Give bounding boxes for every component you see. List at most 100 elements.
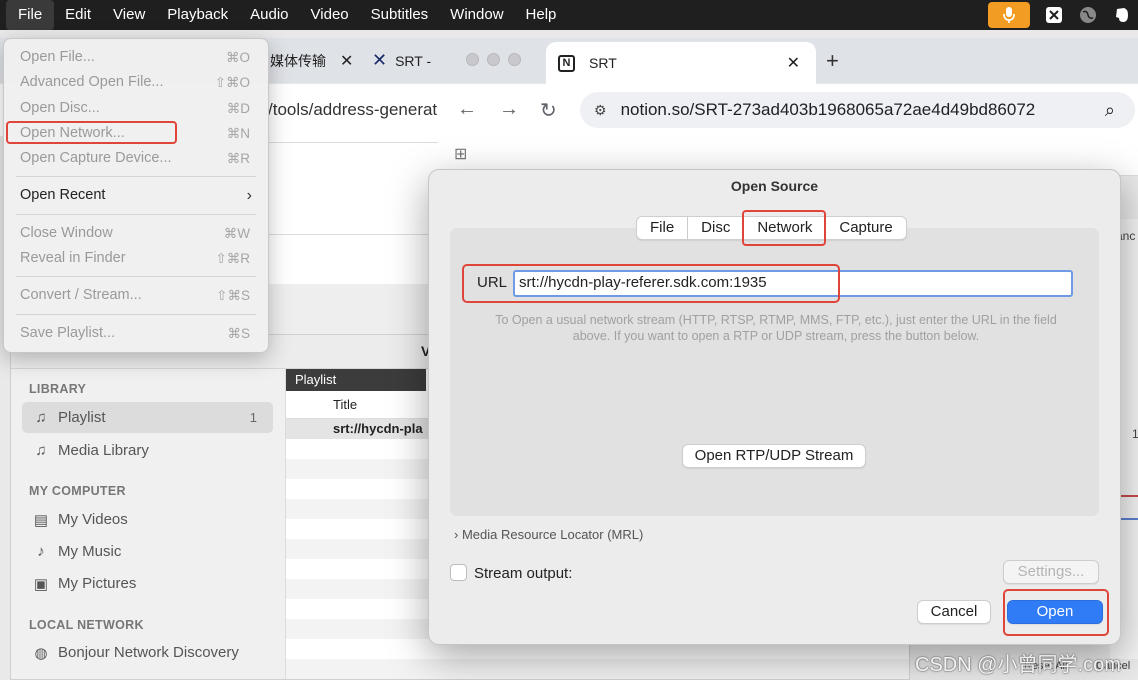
- sidebar-item-my-music[interactable]: ♪ My Music: [22, 536, 273, 567]
- browser-tab-2-label: SRT -: [395, 52, 432, 69]
- address-url: notion.so/SRT-273ad403b1968065a72ae4d49b…: [620, 100, 1036, 119]
- sidebar-item-media-library[interactable]: ♫ Media Library: [22, 435, 273, 466]
- chevron-right-icon: ›: [454, 527, 459, 542]
- menu-item-open-recent[interactable]: Open Recent ›: [4, 183, 268, 208]
- zoom-window-dot[interactable]: [508, 53, 521, 66]
- url-highlight: [462, 264, 840, 303]
- forward-icon[interactable]: →: [499, 98, 519, 121]
- menu-view[interactable]: View: [102, 0, 156, 30]
- tools-icon: ✕: [372, 50, 388, 70]
- vlc-sidebar: LIBRARY ♫ Playlist 1 ♫ Media Library MY …: [11, 369, 286, 679]
- media-library-icon: ♫: [35, 442, 47, 459]
- mrl-label: Media Resource Locator (MRL): [461, 527, 644, 542]
- menu-item-reveal-in-finder[interactable]: Reveal in Finder ⇧⌘R: [4, 246, 268, 271]
- menu-item-close-window[interactable]: Close Window ⌘W: [4, 221, 268, 246]
- playlist-count: 1: [249, 410, 257, 425]
- my-computer-header: MY COMPUTER: [29, 484, 126, 498]
- sidebar-bonjour-label: Bonjour Network Discovery: [58, 644, 239, 661]
- film-icon: ▤: [33, 511, 49, 529]
- sidebar-item-my-videos[interactable]: ▤ My Videos: [22, 504, 273, 535]
- menu-item-open-disc[interactable]: Open Disc... ⌘D: [4, 96, 268, 121]
- close-window-dot[interactable]: [466, 53, 479, 66]
- csdn-watermark: CSDN @小曾同学.com: [915, 654, 1121, 676]
- menu-item-label: Convert / Stream...: [20, 287, 142, 304]
- shortcut-label: ⌘N: [226, 125, 250, 141]
- menu-playback[interactable]: Playback: [156, 0, 239, 30]
- sidebar-item-bonjour[interactable]: ◍ Bonjour Network Discovery: [22, 637, 273, 668]
- menu-item-label: Reveal in Finder: [20, 250, 126, 267]
- shortcut-label: ⌘D: [226, 100, 250, 116]
- menu-edit[interactable]: Edit: [54, 0, 102, 30]
- open-network-highlight: [6, 121, 177, 144]
- tab-file[interactable]: File: [637, 217, 687, 239]
- close-tab-icon[interactable]: ✕: [787, 53, 800, 73]
- sidebar-item-playlist[interactable]: ♫ Playlist 1: [22, 402, 273, 433]
- sidebar-my-videos-label: My Videos: [58, 511, 128, 528]
- menu-item-label: Open File...: [20, 49, 95, 65]
- apps-grid-icon[interactable]: ⊞: [454, 144, 467, 164]
- menu-subtitles[interactable]: Subtitles: [360, 0, 440, 30]
- menu-item-convert-stream[interactable]: Convert / Stream... ⇧⌘S: [4, 283, 268, 308]
- menu-separator: [16, 313, 256, 315]
- web-page-url-text: /tools/address-generat: [268, 100, 438, 119]
- local-network-header: LOCAL NETWORK: [29, 618, 144, 632]
- background-web-page: /tools/address-generat: [260, 84, 438, 334]
- sidebar-my-pictures-label: My Pictures: [58, 575, 137, 592]
- menu-item-save-playlist[interactable]: Save Playlist... ⌘S: [4, 321, 268, 346]
- browser-tab-1[interactable]: 媒体传输 ✕: [270, 38, 353, 83]
- bonjour-icon: ◍: [34, 644, 48, 662]
- chevron-right-icon: ›: [246, 187, 252, 205]
- reload-icon[interactable]: ↻: [540, 98, 557, 123]
- microphone-icon[interactable]: [988, 2, 1030, 28]
- sidebar-item-my-pictures[interactable]: ▣ My Pictures: [22, 568, 273, 599]
- open-rtp-udp-stream-button[interactable]: Open RTP/UDP Stream: [682, 444, 866, 468]
- window-controls: [466, 53, 521, 66]
- right-panel-number: 1: [1132, 427, 1138, 441]
- evernote-icon[interactable]: [1112, 5, 1132, 25]
- file-menu-dropdown: Open File... ⌘O Advanced Open File... ⇧⌘…: [3, 38, 269, 353]
- library-header: LIBRARY: [29, 382, 87, 396]
- address-bar[interactable]: ⚙ notion.so/SRT-273ad403b1968065a72ae4d4…: [580, 92, 1135, 128]
- menu-audio[interactable]: Audio: [239, 0, 299, 30]
- music-note-icon: ♪: [37, 543, 45, 560]
- new-tab-icon[interactable]: +: [826, 38, 839, 83]
- shortcut-label: ⇧⌘S: [216, 288, 250, 304]
- zoom-icon[interactable]: ⌕: [1105, 100, 1115, 121]
- menu-item-label: Advanced Open File...: [20, 74, 164, 91]
- sidebar-playlist-label: Playlist: [58, 409, 106, 426]
- menu-separator: [16, 276, 256, 278]
- site-settings-icon[interactable]: ⚙: [594, 102, 607, 119]
- active-tab-label: SRT: [589, 55, 617, 71]
- cancel-button[interactable]: Cancel: [917, 600, 991, 624]
- minimize-window-dot[interactable]: [487, 53, 500, 66]
- menu-video[interactable]: Video: [300, 0, 360, 30]
- tab-disc[interactable]: Disc: [687, 217, 743, 239]
- back-icon[interactable]: ←: [457, 98, 477, 121]
- menu-item-label: Save Playlist...: [20, 324, 116, 341]
- menu-item-label: Open Capture Device...: [20, 150, 172, 167]
- menu-item-open-file[interactable]: Open File... ⌘O: [4, 45, 268, 70]
- menu-file[interactable]: File: [6, 0, 55, 30]
- menu-item-advanced-open-file[interactable]: Advanced Open File... ⇧⌘O: [4, 70, 268, 95]
- status-tray: [988, 0, 1132, 30]
- shortcut-label: ⌘O: [225, 50, 250, 65]
- shortcut-label: ⇧⌘O: [214, 75, 250, 91]
- menu-item-label: Open Disc...: [20, 99, 100, 116]
- app-status-icon[interactable]: [1044, 5, 1064, 25]
- menu-item-label: Close Window: [20, 224, 113, 241]
- menu-window[interactable]: Window: [439, 0, 514, 30]
- shortcut-label: ⇧⌘R: [215, 251, 250, 267]
- settings-button[interactable]: Settings...: [1003, 560, 1099, 584]
- menu-help[interactable]: Help: [515, 0, 568, 30]
- tab-capture[interactable]: Capture: [825, 217, 905, 239]
- stream-output-checkbox[interactable]: [450, 564, 467, 581]
- browser-tab-1-label: 媒体传输: [270, 52, 326, 69]
- menu-item-open-capture-device[interactable]: Open Capture Device... ⌘R: [4, 146, 268, 171]
- browser-tab-2[interactable]: ✕ SRT -: [372, 38, 431, 83]
- browser-active-tab[interactable]: N SRT ✕: [546, 42, 816, 84]
- mrl-disclosure[interactable]: › Media Resource Locator (MRL): [454, 527, 643, 542]
- close-icon[interactable]: ✕: [340, 51, 353, 71]
- sidebar-media-library-label: Media Library: [58, 442, 149, 459]
- globe-icon[interactable]: [1078, 5, 1098, 25]
- shortcut-label: ⌘W: [223, 225, 250, 241]
